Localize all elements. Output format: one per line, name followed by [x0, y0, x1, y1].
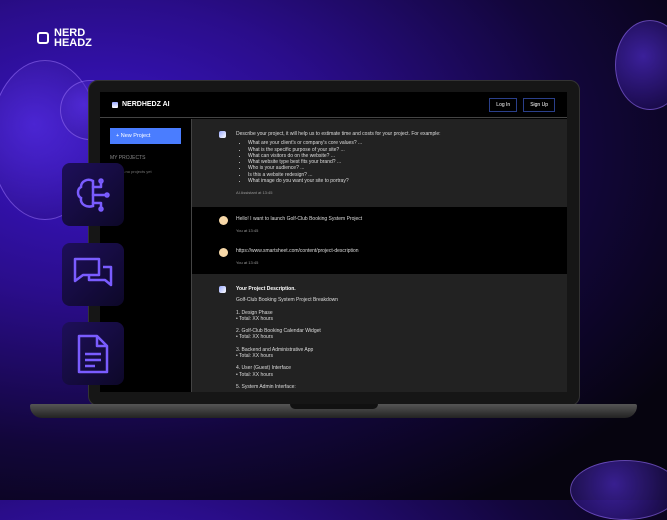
description-title: Your Project Description. — [236, 286, 296, 292]
app-logo-icon — [112, 101, 118, 108]
phase-total: • Total: XX hours — [236, 353, 273, 360]
chat-area: Describe your project, it will help us t… — [192, 119, 567, 392]
ai-avatar-icon — [219, 131, 226, 138]
laptop-notch — [290, 404, 378, 409]
message-text: Hello! I want to launch Golf-Club Bookin… — [236, 216, 363, 222]
nerdheadz-logo: NERD HEADZ — [37, 28, 92, 49]
signup-button[interactable]: Sign Up — [523, 97, 555, 112]
document-icon — [77, 334, 109, 373]
message-meta: AI Assistant at 13:45 — [236, 190, 273, 196]
app-header: NERDHEDZ AI Log In Sign Up — [100, 92, 567, 118]
phase-total: • Total: XX hours — [236, 371, 273, 378]
assistant-message: Describe your project, it will help us t… — [192, 119, 567, 207]
new-project-button[interactable]: + New Project — [110, 128, 181, 144]
brain-circuit-icon — [76, 177, 110, 212]
phase-total: • Total: XX hours — [236, 334, 273, 341]
ai-avatar-icon — [219, 286, 226, 293]
list-item: What image do you want your site to port… — [248, 178, 567, 184]
message-meta: You at 13:45 — [236, 260, 259, 266]
user-avatar-icon — [219, 216, 228, 225]
description-subtitle: Golf-Club Booking System Project Breakdo… — [236, 297, 338, 304]
project-link[interactable]: https://www.smartsheet.com/content/proje… — [236, 248, 359, 254]
decor-blob — [570, 460, 667, 520]
user-message: https://www.smartsheet.com/content/proje… — [192, 239, 567, 274]
message-meta: You at 13:45 — [236, 228, 259, 234]
phase-total: • Total: XX hours — [236, 315, 273, 322]
app-brand: NERDHEDZ AI — [112, 101, 170, 108]
chat-bubbles-icon — [73, 257, 113, 286]
login-button[interactable]: Log In — [489, 97, 518, 112]
brain-card — [62, 163, 124, 226]
chat-card — [62, 243, 124, 306]
decor-blob — [615, 20, 667, 110]
message-text: Describe your project, it will help us t… — [236, 131, 441, 137]
user-avatar-icon — [219, 248, 228, 257]
app-screen: NERDHEDZ AI Log In Sign Up + New Project … — [100, 92, 567, 392]
app-title: NERDHEDZ AI — [122, 101, 170, 108]
phase-name: 5. System Admin Interface: — [236, 383, 296, 390]
assistant-message: Your Project Description. Golf-Club Book… — [192, 274, 567, 392]
user-message: Hello! I want to launch Golf-Club Bookin… — [192, 207, 567, 239]
document-card — [62, 322, 124, 385]
my-projects-heading: MY PROJECTS — [110, 155, 146, 161]
